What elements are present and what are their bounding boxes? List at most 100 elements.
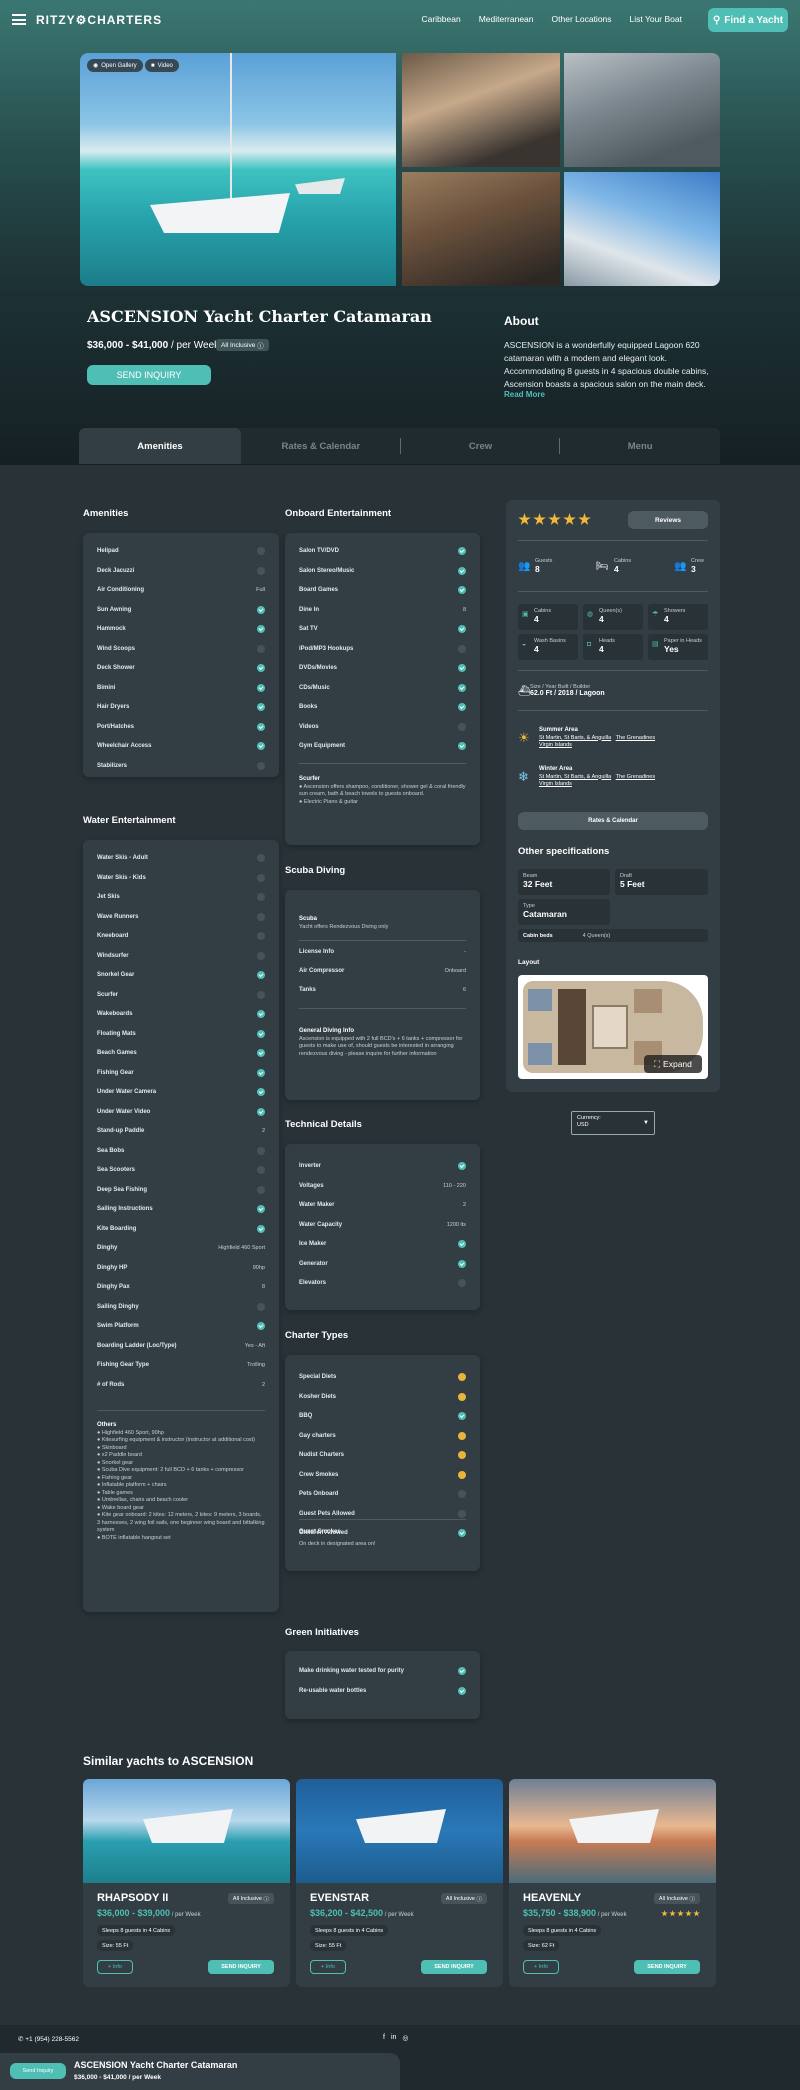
deck-layout-image[interactable]: ⛶ Expand xyxy=(518,975,708,1079)
check-icon xyxy=(458,703,466,711)
read-more-link[interactable]: Read More xyxy=(504,390,545,399)
video-button[interactable]: ■ Video xyxy=(145,59,179,72)
more-info-button[interactable]: + Info xyxy=(310,1960,346,1974)
main-yacht-photo[interactable]: ◉ Open Gallery ■ Video xyxy=(80,53,396,286)
feature-label: Kneeboard xyxy=(97,933,129,939)
instagram-icon[interactable]: ◎ xyxy=(402,2034,408,2042)
feature-row-sailing-dinghy: Sailing Dinghy xyxy=(97,1301,265,1313)
spec-cabins: ▣ Cabins 4 xyxy=(518,604,578,630)
nav-link-list-your-boat[interactable]: List Your Boat xyxy=(630,14,682,24)
unavailable-icon xyxy=(257,912,265,921)
gallery-thumb-1[interactable] xyxy=(402,53,560,167)
yacht-card-name[interactable]: EVENSTAR xyxy=(310,1892,369,1904)
feature-row-stabilizers: Stabilizers xyxy=(97,760,265,772)
feature-row-under-water-video: Under Water Video xyxy=(97,1106,265,1118)
feature-value: 90hp xyxy=(252,1264,265,1271)
tab-crew[interactable]: Crew xyxy=(401,428,561,464)
similar-yacht-card[interactable]: HEAVENLY All Inclusive ⓘ $35,750 - $38,9… xyxy=(509,1779,716,1987)
tab-menu[interactable]: Menu xyxy=(560,428,720,464)
yacht-card-size: Size: 55 Ft xyxy=(310,1940,347,1951)
rates-calendar-button[interactable]: Rates & Calendar xyxy=(518,812,708,830)
photo-gallery[interactable]: ◉ Open Gallery ■ Video xyxy=(80,53,720,286)
feature-row-dvds-movies: DVDs/Movies xyxy=(299,662,466,674)
feature-row-dinghy-pax: Dinghy Pax 8 xyxy=(97,1281,265,1293)
footer-phone[interactable]: ✆ +1 (954) 228-5562 xyxy=(18,2035,79,2043)
other-specs-heading: Other specifications xyxy=(518,846,610,857)
summer-area-link[interactable]: The Grenadines xyxy=(616,735,655,741)
open-gallery-button[interactable]: ◉ Open Gallery xyxy=(87,59,143,72)
unavailable-icon xyxy=(458,1509,466,1518)
onboard-notes: Scurfer ● Ascension offers shampoo, cond… xyxy=(299,776,466,806)
charter-types-heading: Charter Types xyxy=(285,1330,349,1341)
feature-label: Sea Scooters xyxy=(97,1167,136,1173)
send-inquiry-button[interactable]: SEND INQUIRY xyxy=(208,1960,274,1974)
yacht-card-name[interactable]: HEAVENLY xyxy=(523,1892,581,1904)
feature-row-gay-charters: Gay charters xyxy=(299,1430,466,1442)
tab-amenities[interactable]: Amenities xyxy=(79,428,241,464)
expand-layout-button[interactable]: ⛶ Expand xyxy=(644,1055,702,1073)
currency-value: USD xyxy=(577,1122,589,1128)
summer-area-link[interactable]: Virgin Islands xyxy=(539,742,572,748)
feature-label: Sailing Dinghy xyxy=(97,1303,139,1310)
hero-price: $36,000 - $41,000 / per Week xyxy=(87,340,219,351)
all-inclusive-badge: All Inclusive ⓘ xyxy=(216,339,269,351)
winter-area-link[interactable]: St Martin, St Barts, & Anguilla xyxy=(539,774,611,780)
more-info-button[interactable]: + Info xyxy=(523,1960,559,1974)
summer-area-link[interactable]: St Martin, St Barts, & Anguilla xyxy=(539,735,611,741)
feature-label: Pets Onboard xyxy=(299,1491,339,1497)
reviews-button[interactable]: Reviews xyxy=(628,511,708,529)
feature-row-boarding-ladder-loc-type: Boarding Ladder (Loc/Type) Yes - Aft xyxy=(97,1340,265,1352)
similar-yacht-card[interactable]: RHAPSODY II All Inclusive ⓘ $36,000 - $3… xyxy=(83,1779,290,1987)
others-item: ● x2 Paddle board xyxy=(97,1452,142,1458)
rating-stars xyxy=(518,513,591,526)
all-inclusive-badge: All Inclusive ⓘ xyxy=(653,1893,700,1904)
feature-label: DVDs/Movies xyxy=(299,665,338,671)
send-inquiry-button[interactable]: SEND INQUIRY xyxy=(87,365,211,385)
feature-label: Salon TV/DVD xyxy=(299,548,340,554)
find-yacht-button[interactable]: ⚲ Find a Yacht xyxy=(708,8,788,32)
feature-value: 2 xyxy=(261,1381,265,1388)
divider xyxy=(97,1410,265,1411)
nav-link-mediterranean[interactable]: Mediterranean xyxy=(479,14,534,24)
feature-value: 2 xyxy=(261,1128,265,1134)
gallery-thumb-2[interactable] xyxy=(564,53,720,167)
feature-label: Hair Dryers xyxy=(97,704,130,710)
unavailable-icon xyxy=(257,566,265,575)
gallery-thumb-3[interactable] xyxy=(402,172,560,286)
feature-value: 1200 lts xyxy=(446,1221,466,1228)
more-info-button[interactable]: + Info xyxy=(97,1960,133,1974)
check-icon xyxy=(458,1240,466,1248)
menu-icon[interactable] xyxy=(12,14,26,25)
feature-label: Deck Shower xyxy=(97,665,135,671)
feature-row-swim-platform: Swim Platform xyxy=(97,1320,265,1332)
feature-row-ipod-mp3-hookups: iPod/MP3 Hookups xyxy=(299,643,466,655)
linkedin-icon[interactable]: in xyxy=(391,2034,396,2042)
similar-yacht-card[interactable]: EVENSTAR All Inclusive ⓘ $36,200 - $42,5… xyxy=(296,1779,503,1987)
facebook-icon[interactable]: f xyxy=(383,2034,385,2042)
feature-label: Windsurfer xyxy=(97,952,129,959)
sticky-send-inquiry-button[interactable]: Send Inquiry xyxy=(10,2063,66,2079)
winter-area-link[interactable]: The Grenadines xyxy=(616,774,655,780)
phone-number: +1 (954) 228-5562 xyxy=(25,2036,79,2043)
feature-row-scurfer: Scurfer xyxy=(97,989,265,1001)
feature-label: Jet Skis xyxy=(97,894,120,900)
send-inquiry-button[interactable]: SEND INQUIRY xyxy=(634,1960,700,1974)
others-item: ● Table games xyxy=(97,1489,133,1496)
unavailable-icon xyxy=(458,722,466,731)
yacht-card-name[interactable]: RHAPSODY II xyxy=(97,1892,168,1904)
nav-link-other-locations[interactable]: Other Locations xyxy=(552,14,612,24)
send-inquiry-button[interactable]: SEND INQUIRY xyxy=(421,1960,487,1974)
rating-stars xyxy=(661,1910,700,1917)
site-logo[interactable]: RITZY⚙CHARTERS xyxy=(36,13,162,27)
cabin-beds-value: 4 Queen(s) xyxy=(582,932,611,939)
nav-link-caribbean[interactable]: Caribbean xyxy=(421,14,460,24)
gallery-thumb-4[interactable] xyxy=(564,172,720,286)
tab-rates-calendar[interactable]: Rates & Calendar xyxy=(241,428,401,464)
currency-select[interactable]: Currency: USD ▼ xyxy=(571,1111,655,1135)
spec-type: Type Catamaran xyxy=(518,899,610,925)
spec-value: 4 xyxy=(664,614,669,624)
feature-label: Deck Jacuzzi xyxy=(97,567,135,574)
feature-label: Dine In xyxy=(299,606,320,613)
feature-label: Bimini xyxy=(97,684,116,691)
winter-area-link[interactable]: Virgin Islands xyxy=(539,781,572,787)
